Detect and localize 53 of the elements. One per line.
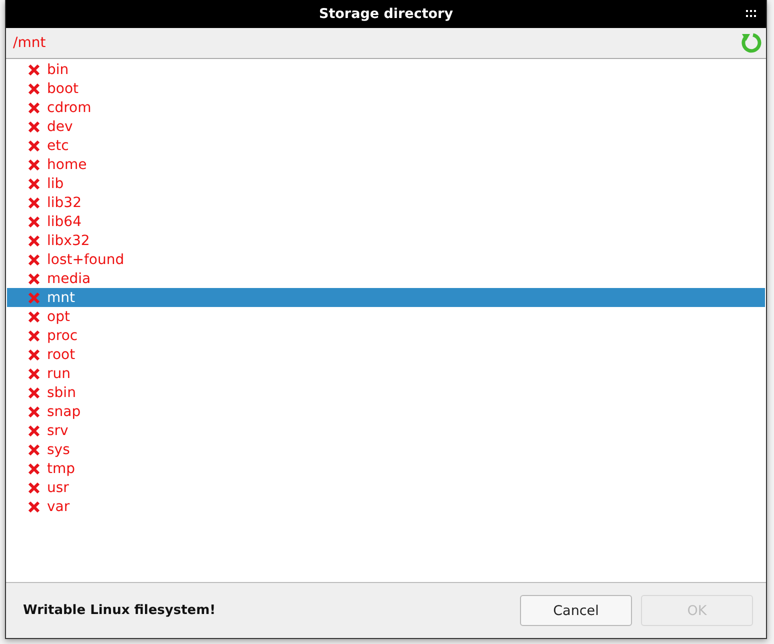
directory-item[interactable]: mnt bbox=[7, 288, 765, 307]
cross-icon bbox=[28, 82, 40, 94]
cross-icon bbox=[28, 462, 40, 474]
cross-icon bbox=[28, 424, 40, 436]
status-text: Writable Linux filesystem! bbox=[23, 603, 217, 618]
directory-item[interactable]: srv bbox=[6, 421, 766, 440]
cross-icon bbox=[28, 444, 40, 456]
cross-icon bbox=[28, 120, 40, 132]
directory-item[interactable]: snap bbox=[6, 402, 766, 421]
directory-item[interactable]: libx32 bbox=[6, 231, 766, 250]
cross-icon bbox=[28, 482, 40, 494]
directory-item[interactable]: root bbox=[6, 345, 766, 364]
directory-item[interactable]: dev bbox=[6, 117, 766, 136]
cross-icon bbox=[28, 386, 40, 398]
directory-item[interactable]: usr bbox=[6, 478, 766, 497]
directory-item[interactable]: etc bbox=[6, 136, 766, 155]
cross-icon bbox=[28, 292, 40, 304]
directory-item[interactable]: lost+found bbox=[6, 250, 766, 269]
directory-item[interactable]: media bbox=[6, 269, 766, 288]
directory-item[interactable]: opt bbox=[6, 307, 766, 326]
cross-icon bbox=[28, 310, 40, 322]
cross-icon bbox=[28, 330, 40, 342]
directory-item[interactable]: sbin bbox=[6, 383, 766, 402]
cross-icon bbox=[28, 102, 40, 114]
directory-item[interactable]: cdrom bbox=[6, 98, 766, 117]
cross-icon bbox=[28, 254, 40, 266]
directory-item[interactable]: tmp bbox=[6, 459, 766, 478]
cross-icon bbox=[28, 234, 40, 246]
directory-item[interactable]: lib32 bbox=[6, 193, 766, 212]
cross-icon bbox=[28, 140, 40, 152]
cross-icon bbox=[28, 348, 40, 360]
directory-item[interactable]: home bbox=[6, 155, 766, 174]
directory-item[interactable]: run bbox=[6, 364, 766, 383]
cross-icon bbox=[28, 196, 40, 208]
cancel-button[interactable]: Cancel bbox=[520, 595, 632, 626]
cross-icon bbox=[28, 158, 40, 170]
grip-icon[interactable] bbox=[746, 10, 756, 18]
window-title: Storage directory bbox=[318, 6, 454, 22]
cross-icon bbox=[28, 368, 40, 380]
directory-item[interactable]: bin bbox=[6, 60, 766, 79]
path-text: /mnt bbox=[13, 35, 46, 51]
cross-icon bbox=[28, 272, 40, 284]
directory-item[interactable]: var bbox=[6, 497, 766, 516]
cross-icon bbox=[28, 406, 40, 418]
cross-icon bbox=[28, 64, 40, 76]
directory-item[interactable]: proc bbox=[6, 326, 766, 345]
cross-icon bbox=[28, 500, 40, 512]
directory-item[interactable]: lib bbox=[6, 174, 766, 193]
directory-item[interactable]: lib64 bbox=[6, 212, 766, 231]
cross-icon bbox=[28, 178, 40, 190]
cross-icon bbox=[28, 216, 40, 228]
directory-item[interactable]: boot bbox=[6, 79, 766, 98]
directory-item[interactable]: sys bbox=[6, 440, 766, 459]
